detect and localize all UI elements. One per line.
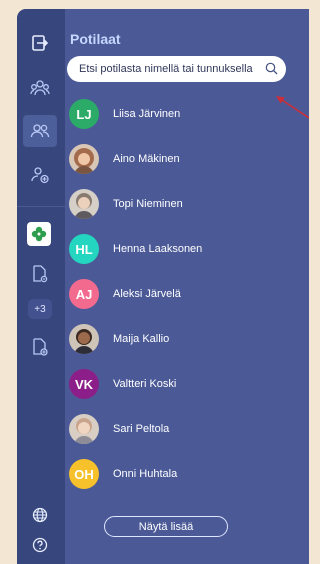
page-title: Potilaat xyxy=(70,31,121,47)
search-icon[interactable] xyxy=(265,62,278,75)
clover-icon xyxy=(31,226,47,242)
add-patient-button[interactable] xyxy=(23,159,57,191)
list-item[interactable]: Sari Peltola xyxy=(69,414,269,444)
patient-name: Sari Peltola xyxy=(113,423,170,435)
search-box[interactable] xyxy=(67,56,286,82)
document-add-icon xyxy=(33,338,48,356)
list-item[interactable]: LJ Liisa Järvinen xyxy=(69,99,269,129)
patient-name: Onni Huhtala xyxy=(113,468,178,480)
add-document-button[interactable] xyxy=(23,331,57,363)
patient-name: Maija Kallio xyxy=(113,333,170,345)
list-item[interactable]: Topi Nieminen xyxy=(69,189,269,219)
patients-button[interactable] xyxy=(23,115,57,147)
document-gear-icon xyxy=(33,265,48,283)
list-item[interactable]: OH Onni Huhtala xyxy=(69,459,269,489)
patient-name: Aino Mäkinen xyxy=(113,153,180,165)
avatar-photo xyxy=(69,414,99,444)
list-item[interactable]: HL Henna Laaksonen xyxy=(69,234,269,264)
patient-name: Aleksi Järvelä xyxy=(113,288,181,300)
search-input[interactable] xyxy=(79,56,264,82)
avatar-photo xyxy=(69,324,99,354)
exit-button[interactable] xyxy=(23,27,57,59)
patient-name: Topi Nieminen xyxy=(113,198,183,210)
rail-divider xyxy=(17,206,65,207)
avatar: LJ xyxy=(69,99,99,129)
help-button[interactable] xyxy=(23,529,57,561)
avatar: OH xyxy=(69,459,99,489)
list-item[interactable]: VK Valtteri Koski xyxy=(69,369,269,399)
patient-name: Valtteri Koski xyxy=(113,378,177,390)
globe-icon xyxy=(32,507,48,523)
document-settings-button[interactable] xyxy=(23,258,57,290)
avatar-photo xyxy=(69,189,99,219)
show-more-button[interactable]: Näytä lisää xyxy=(104,516,228,537)
list-item[interactable]: AJ Aleksi Järvelä xyxy=(69,279,269,309)
groups-button[interactable] xyxy=(23,72,57,104)
list-item[interactable]: Aino Mäkinen xyxy=(69,144,269,174)
list-item[interactable]: Maija Kallio xyxy=(69,324,269,354)
person-photo-icon xyxy=(74,329,94,354)
person-photo-icon xyxy=(74,148,94,174)
users-icon xyxy=(30,124,50,138)
avatar: VK xyxy=(69,369,99,399)
avatar-photo xyxy=(69,144,99,174)
add-user-icon xyxy=(31,167,49,184)
group-icon xyxy=(30,80,50,96)
help-icon xyxy=(32,537,48,553)
avatar: HL xyxy=(69,234,99,264)
clover-app-button[interactable] xyxy=(27,222,51,246)
language-button[interactable] xyxy=(23,499,57,531)
patient-name: Liisa Järvinen xyxy=(113,108,181,120)
person-photo-icon xyxy=(74,418,94,444)
person-photo-icon xyxy=(74,193,94,219)
patient-name: Henna Laaksonen xyxy=(113,243,203,255)
more-count-badge[interactable]: +3 xyxy=(28,299,52,319)
avatar: AJ xyxy=(69,279,99,309)
side-rail: +3 xyxy=(17,9,65,564)
exit-icon xyxy=(32,35,49,51)
